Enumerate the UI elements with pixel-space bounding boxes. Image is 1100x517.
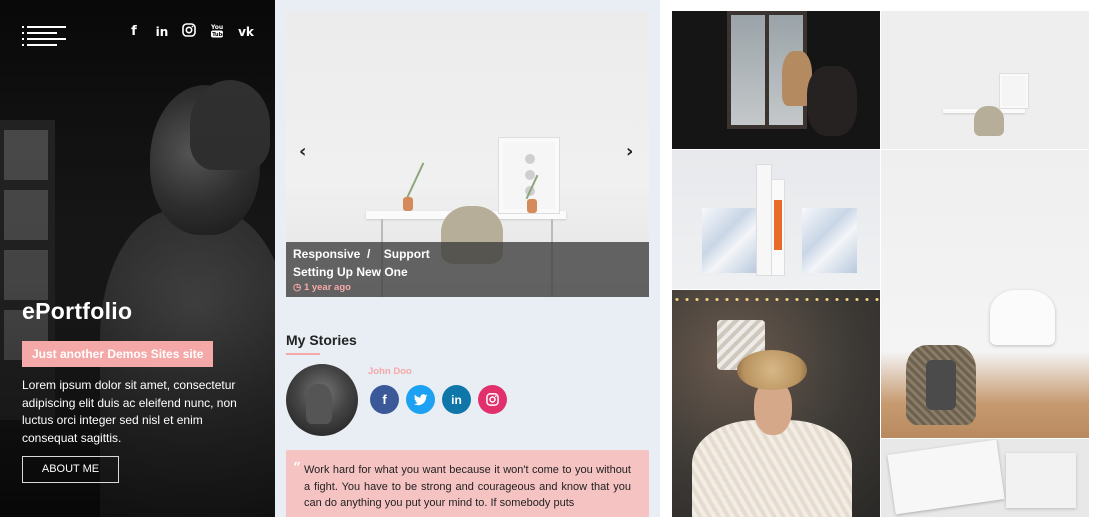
gallery-image-window-girl[interactable] xyxy=(672,11,880,149)
string-lights xyxy=(672,298,880,301)
photo-gallery xyxy=(660,0,1100,517)
linkedin-icon[interactable]: in xyxy=(442,385,471,414)
post-time: ◷ 1 year ago xyxy=(293,282,642,293)
menu-dot xyxy=(22,38,24,40)
white-chair xyxy=(990,290,1055,345)
vase xyxy=(403,197,413,211)
hero-panel: f in You Tube vk ePortfolio Just another … xyxy=(0,0,275,517)
author-name: John Doo xyxy=(368,366,412,377)
vk-icon[interactable]: vk xyxy=(238,23,254,41)
gallery-image-desk[interactable] xyxy=(881,11,1089,149)
facebook-icon[interactable]: f xyxy=(370,385,399,414)
chevron-right-icon[interactable]: › xyxy=(626,141,633,162)
category-link[interactable]: Responsive xyxy=(293,247,360,261)
cloth xyxy=(926,360,956,410)
frame xyxy=(1000,74,1028,108)
avatar-figure xyxy=(306,384,332,424)
book xyxy=(772,180,784,275)
marble-block xyxy=(802,208,857,273)
quote-block: “ Work hard for what you want because it… xyxy=(286,450,649,517)
author-social-links: f in xyxy=(370,385,507,414)
hero-social-links: f in You Tube vk xyxy=(126,23,254,41)
hamburger-icon[interactable] xyxy=(22,25,66,46)
menu-dot xyxy=(22,32,24,34)
page: f in You Tube vk ePortfolio Just another … xyxy=(0,0,1100,517)
post-title[interactable]: Setting Up New One xyxy=(293,265,642,279)
gallery-image-books[interactable] xyxy=(672,150,880,289)
menu-dot xyxy=(22,26,24,28)
menu-line xyxy=(27,44,57,46)
chevron-left-icon[interactable]: ‹ xyxy=(299,141,306,162)
hat xyxy=(737,350,807,390)
site-title: ePortfolio xyxy=(22,298,133,324)
plant xyxy=(405,162,425,200)
avatar xyxy=(286,364,358,436)
chair xyxy=(974,106,1004,136)
menu-line xyxy=(27,38,66,40)
youtube-icon[interactable]: You Tube xyxy=(210,23,226,41)
marble-block xyxy=(702,208,757,273)
svg-text:Tube: Tube xyxy=(212,32,224,38)
featured-slider[interactable]: ‹ › Responsive / Support Setting Up New … xyxy=(286,11,649,297)
stories-heading: My Stories xyxy=(286,332,357,348)
site-description: Lorem ipsum dolor sit amet, consectetur … xyxy=(22,378,237,445)
gallery-image-chair-basket[interactable] xyxy=(881,150,1089,438)
stories-heading-underline xyxy=(286,353,320,355)
book-stripe xyxy=(774,200,782,250)
svg-text:You: You xyxy=(210,24,223,31)
quote-icon: “ xyxy=(293,460,302,476)
frame-dot xyxy=(525,154,535,164)
slider-caption: Responsive / Support Setting Up New One … xyxy=(286,242,649,297)
twitter-icon[interactable] xyxy=(406,385,435,414)
menu-line xyxy=(27,26,66,28)
vase xyxy=(527,199,537,213)
menu-dot xyxy=(22,44,24,46)
book xyxy=(757,165,771,275)
about-me-button[interactable]: ABOUT ME xyxy=(22,456,119,483)
quote-text: Work hard for what you want because it w… xyxy=(304,464,631,509)
chair xyxy=(807,66,857,136)
linkedin-icon[interactable]: in xyxy=(154,23,170,41)
category-link[interactable]: Support xyxy=(384,247,430,261)
instagram-icon[interactable] xyxy=(478,385,507,414)
facebook-icon[interactable]: f xyxy=(126,23,142,41)
gallery-image-cards[interactable] xyxy=(881,439,1089,517)
menu-line xyxy=(27,32,57,34)
gallery-image-girl-hat[interactable] xyxy=(672,290,880,517)
instagram-icon[interactable] xyxy=(182,23,198,41)
category-separator xyxy=(370,247,380,261)
clock-icon: ◷ xyxy=(293,282,302,293)
site-tagline: Just another Demos Sites site xyxy=(22,341,214,367)
window-bar xyxy=(765,15,769,125)
post-categories: Responsive / Support xyxy=(293,247,642,261)
printed-card xyxy=(887,439,1005,515)
printed-card xyxy=(1006,453,1076,508)
post-time-label: 1 year ago xyxy=(303,282,351,293)
main-column: ‹ › Responsive / Support Setting Up New … xyxy=(275,0,660,517)
